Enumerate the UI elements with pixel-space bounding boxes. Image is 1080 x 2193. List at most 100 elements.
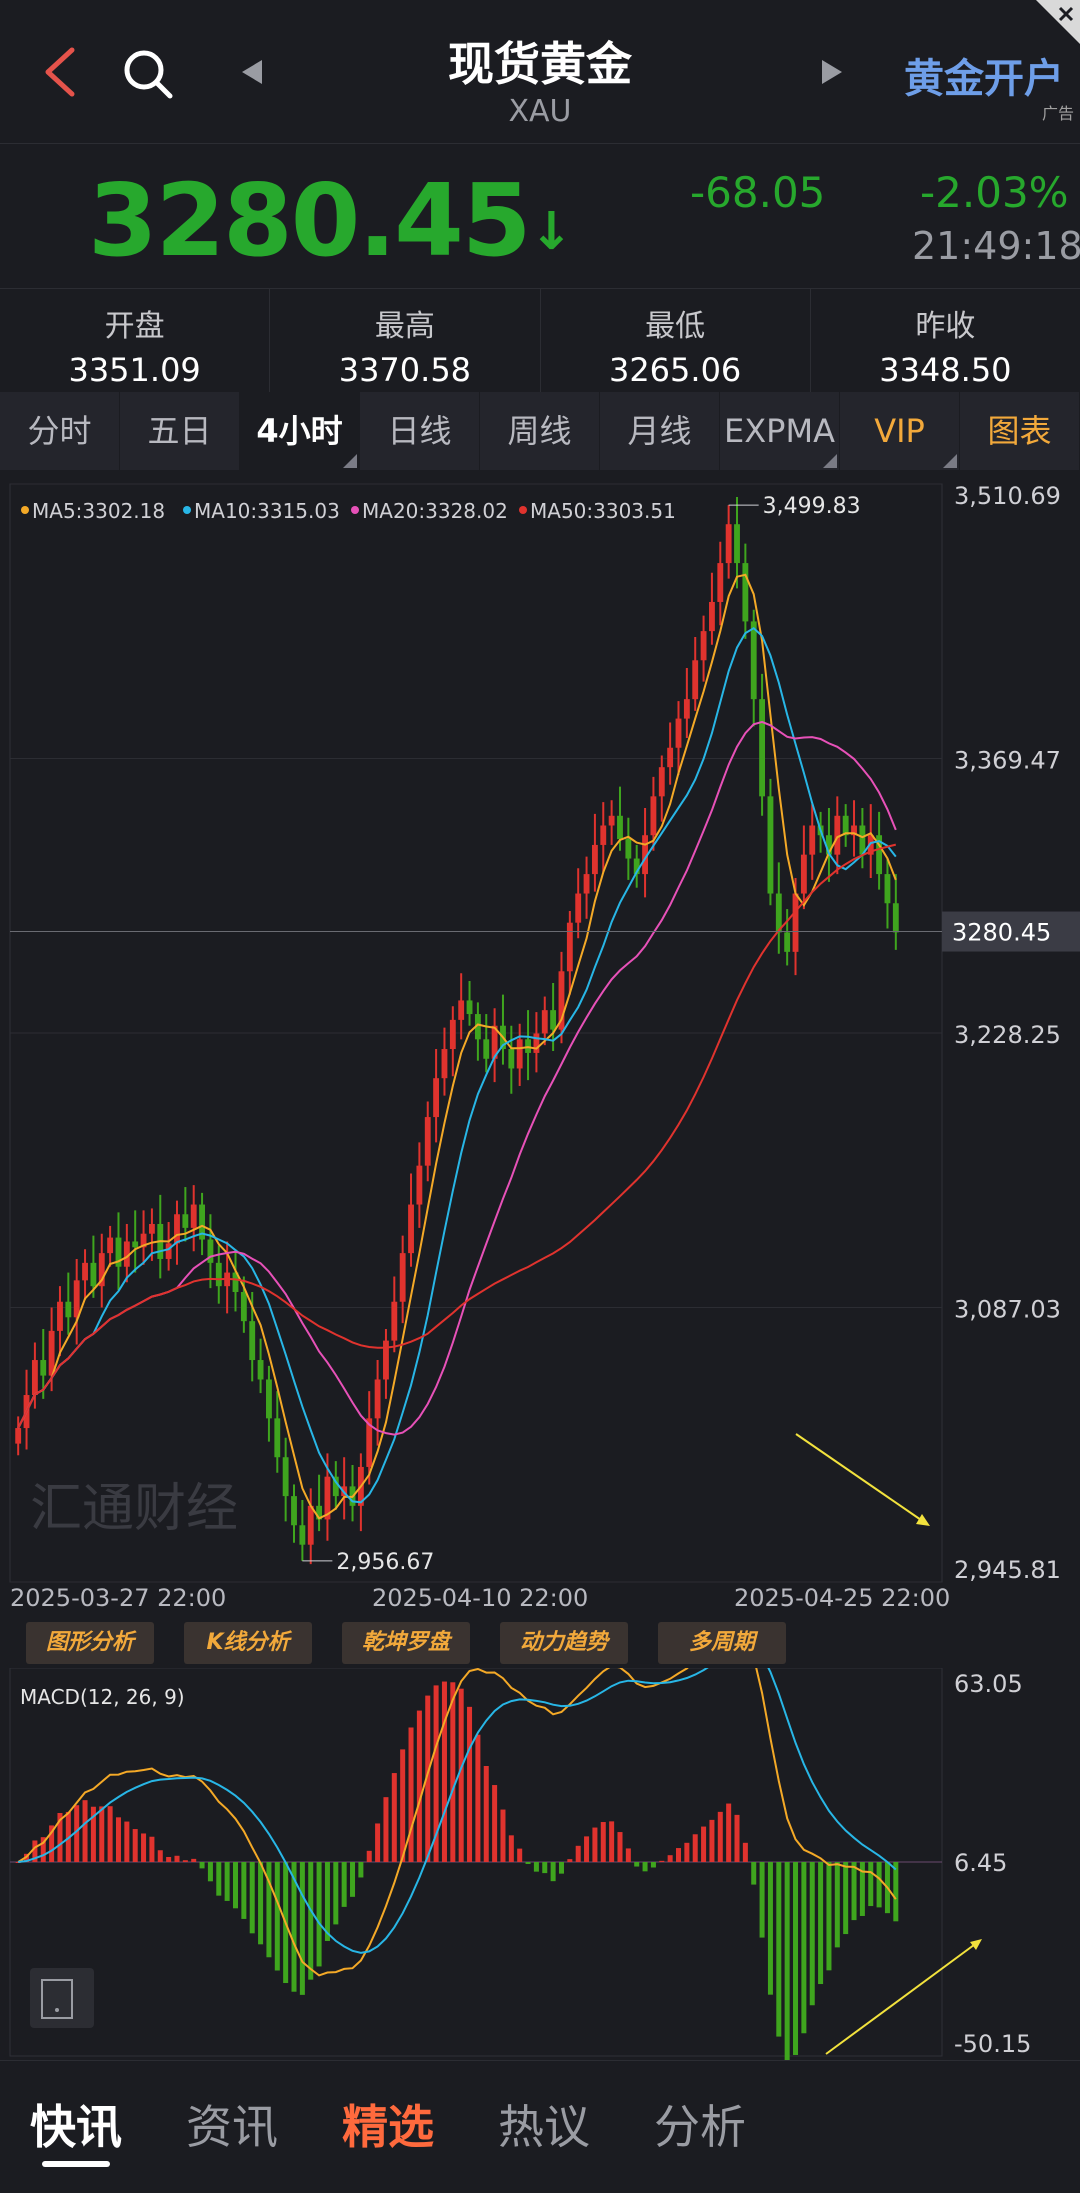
candle-body	[600, 825, 607, 845]
candle-body	[31, 1360, 38, 1396]
open-account-ad-link[interactable]: 黄金开户	[904, 46, 1064, 104]
macd-bar	[274, 1862, 280, 1971]
legend-dot	[21, 506, 29, 514]
macd-bar	[776, 1862, 782, 2037]
nav-hot-discussion[interactable]: 热议	[498, 2061, 590, 2193]
macd-bar	[174, 1855, 180, 1862]
macd-bar	[358, 1862, 364, 1878]
candle-body	[533, 1033, 540, 1053]
macd-bar	[759, 1862, 765, 1938]
macd-y-tick: -50.15	[954, 2030, 1031, 2058]
macd-bar	[667, 1855, 673, 1862]
nav-flash-news[interactable]: 快讯	[30, 2061, 122, 2193]
bottom-nav: 快讯 资讯 精选 热议 分析	[0, 2060, 1080, 2193]
macd-bar	[809, 1862, 815, 2006]
tool-kline-analysis[interactable]: K线分析	[184, 1622, 312, 1664]
tab-daily[interactable]: 日线	[360, 392, 480, 470]
dropdown-corner-icon	[943, 454, 957, 468]
candle-body	[683, 699, 690, 719]
macd-bar	[851, 1862, 857, 1921]
tab-label: 4小时	[256, 412, 343, 450]
macd-bar	[701, 1826, 707, 1862]
candle-body	[884, 874, 891, 904]
tab-five-day[interactable]: 五日	[120, 392, 240, 470]
orientation-button[interactable]	[30, 1968, 94, 2028]
tab-4-hour[interactable]: 4小时	[240, 392, 360, 470]
nav-news[interactable]: 资讯	[186, 2061, 278, 2193]
tool-multi-period[interactable]: 多周期	[658, 1622, 786, 1664]
macd-bar	[258, 1862, 264, 1945]
macd-bar	[751, 1862, 757, 1885]
legend-dot	[351, 506, 359, 514]
candles-layer	[15, 497, 899, 1565]
tab-vip[interactable]: VIP	[840, 392, 960, 470]
tab-intraday[interactable]: 分时	[0, 392, 120, 470]
kline-chart[interactable]: 汇通财经 MA5:3302.18 MA10:3315.03 MA20:3328.02…	[0, 478, 1080, 1618]
candle-body	[775, 893, 782, 933]
candle-body	[583, 874, 590, 894]
y-axis-labels: 3,510.69 3,369.47 3,228.25 3,087.03 2,945.81	[954, 482, 1061, 1584]
tab-label: VIP	[874, 412, 925, 450]
candle-body	[892, 903, 899, 933]
macd-bar	[508, 1835, 514, 1862]
x-axis-labels: 2025-03-27 22:00 2025-04-10 22:00 2025-04-…	[10, 1584, 950, 1612]
tab-expma[interactable]: EXPMA	[720, 392, 840, 470]
ad-tag: 广告	[1042, 104, 1075, 123]
tab-weekly[interactable]: 周线	[480, 392, 600, 470]
nav-featured[interactable]: 精选	[342, 2061, 434, 2193]
next-triangle-icon[interactable]	[818, 58, 846, 86]
macd-bar	[709, 1819, 715, 1862]
candle-body	[207, 1239, 214, 1263]
x-tick-label: 2025-04-25 22:00	[734, 1584, 950, 1612]
stats-row: 开盘 3351.09 最高 3370.58 最低 3265.06 昨收 3348…	[0, 288, 1080, 392]
candle-body	[148, 1223, 155, 1234]
candle-body	[566, 922, 573, 972]
macd-bar	[542, 1862, 548, 1874]
macd-chart[interactable]: MACD(12, 26, 9) 63.05 6.45 -50.15	[0, 1668, 1080, 2060]
back-arrow-icon[interactable]	[40, 46, 80, 98]
candle-body	[274, 1418, 281, 1458]
macd-bar	[893, 1862, 899, 1922]
candle-body	[15, 1428, 22, 1444]
stat-label: 最低	[645, 309, 706, 344]
nav-analysis[interactable]: 分析	[654, 2061, 746, 2193]
prev-triangle-icon[interactable]	[238, 58, 266, 86]
macd-bar	[124, 1821, 130, 1862]
tab-chart[interactable]: 图表	[960, 392, 1080, 470]
tool-pattern-analysis[interactable]: 图形分析	[26, 1622, 154, 1664]
candle-body	[759, 699, 766, 797]
candle-body	[132, 1241, 139, 1248]
macd-bar	[734, 1814, 740, 1862]
close-icon[interactable]	[1036, 0, 1080, 44]
candle-body	[73, 1280, 80, 1318]
macd-bar	[475, 1734, 481, 1862]
macd-bar	[333, 1862, 339, 1925]
period-tabs: 分时 五日 4小时 日线 周线 月线 EXPMA VIP 图表	[0, 392, 1080, 470]
search-icon[interactable]	[120, 46, 176, 102]
macd-bar	[232, 1862, 239, 1909]
stat-value: 3348.50	[879, 351, 1012, 389]
macd-bar	[224, 1862, 230, 1901]
stat-value: 3265.06	[608, 351, 742, 389]
macd-bar	[533, 1862, 539, 1872]
dropdown-corner-icon	[823, 454, 837, 468]
macd-bar	[308, 1862, 314, 1980]
tool-momentum-trend[interactable]: 动力趋势	[500, 1622, 628, 1664]
quote-time: 21:49:18	[912, 224, 1080, 268]
current-price-label: 3280.45	[952, 919, 1051, 947]
candle-body	[541, 1010, 548, 1034]
trend-arrow-down	[795, 1433, 925, 1523]
high-label: 3,499.83	[763, 494, 861, 519]
macd-bar	[742, 1842, 748, 1862]
down-arrow-icon: ↓	[529, 202, 573, 262]
macd-bar	[659, 1860, 665, 1862]
y-tick-label: 3,510.69	[954, 482, 1061, 510]
tool-compass[interactable]: 乾坤罗盘	[342, 1622, 470, 1664]
candle-body	[374, 1379, 381, 1419]
legend-label: MA5:3302.18	[32, 499, 165, 523]
candle-body	[182, 1214, 189, 1228]
macd-bar	[642, 1862, 648, 1872]
macd-bar	[458, 1688, 464, 1862]
candle-body	[692, 660, 699, 700]
tab-monthly[interactable]: 月线	[600, 392, 720, 470]
